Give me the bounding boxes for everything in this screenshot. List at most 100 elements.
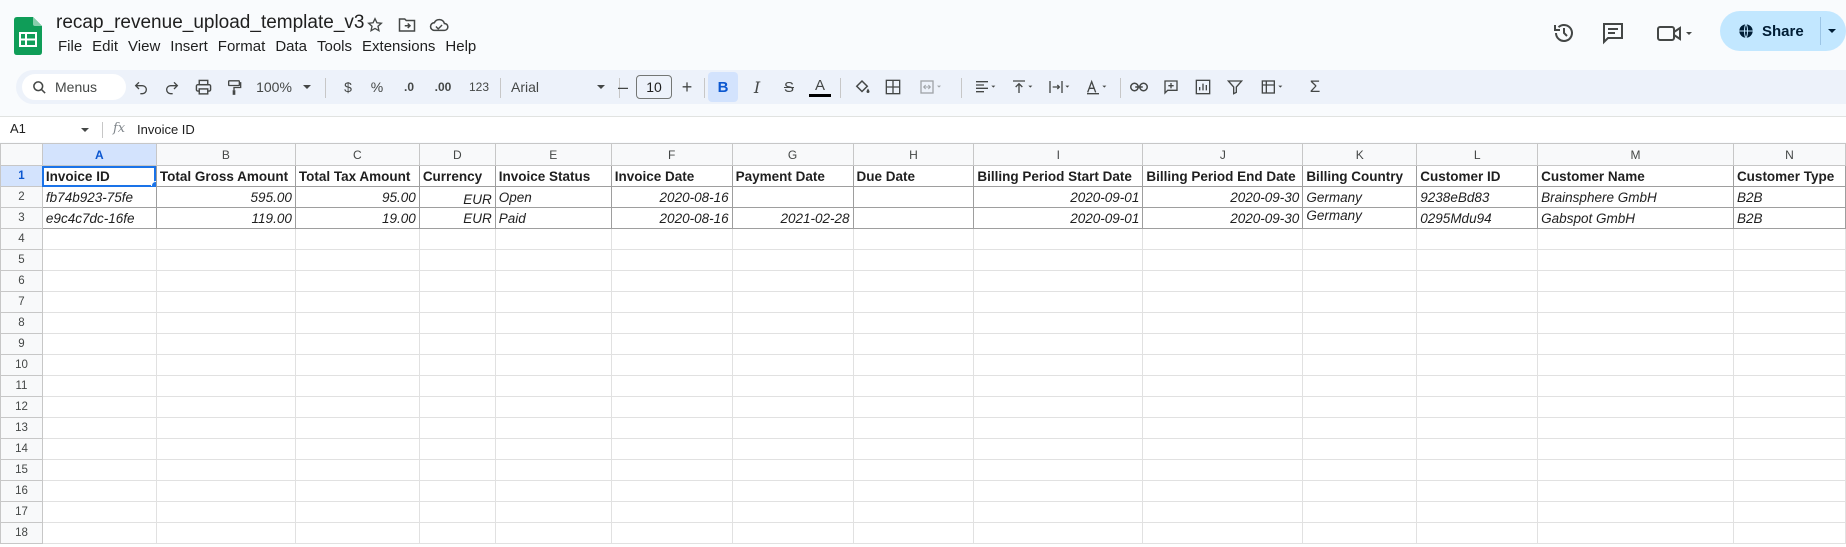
cell[interactable] (1302, 438, 1418, 460)
percent-format-button[interactable]: % (367, 70, 387, 104)
cell[interactable] (155, 312, 296, 334)
row-header[interactable]: 11 (0, 375, 43, 397)
cell[interactable]: Invoice Status (494, 165, 612, 187)
cell[interactable] (852, 438, 975, 460)
cell[interactable]: Paid (494, 207, 612, 229)
cell[interactable] (494, 270, 612, 292)
cell[interactable] (41, 501, 157, 523)
font-family-select[interactable]: Arial (511, 70, 611, 104)
cell[interactable] (294, 249, 420, 271)
menu-file[interactable]: File (58, 38, 90, 55)
strikethrough-button[interactable]: S (776, 70, 802, 104)
cell[interactable]: 95.00 (294, 186, 420, 208)
cell[interactable] (294, 291, 420, 313)
cell[interactable] (1537, 270, 1734, 292)
cell[interactable] (852, 270, 975, 292)
cell[interactable] (294, 375, 420, 397)
cell[interactable] (1302, 312, 1418, 334)
cell[interactable]: 595.00 (155, 186, 296, 208)
text-color-button[interactable]: A (807, 70, 833, 104)
select-all-corner[interactable] (0, 143, 43, 166)
print-icon[interactable] (190, 70, 216, 104)
cell[interactable] (852, 249, 975, 271)
cell[interactable] (1537, 333, 1734, 355)
borders-icon[interactable] (880, 70, 906, 104)
cell[interactable] (494, 333, 612, 355)
cell[interactable] (852, 228, 975, 250)
cell[interactable] (610, 270, 733, 292)
cell[interactable] (973, 522, 1144, 544)
cell[interactable] (294, 438, 420, 460)
cell[interactable]: e9c4c7dc-16fe (41, 207, 157, 229)
cell[interactable] (852, 186, 975, 208)
cell[interactable] (1537, 438, 1734, 460)
cell[interactable] (973, 438, 1144, 460)
currency-format-button[interactable]: $ (338, 70, 358, 104)
row-header[interactable]: 12 (0, 396, 43, 418)
cell[interactable] (1537, 228, 1734, 250)
cell[interactable] (1416, 459, 1539, 481)
cell[interactable] (1537, 417, 1734, 439)
cell[interactable] (1732, 417, 1846, 439)
row-header[interactable]: 8 (0, 312, 43, 334)
cell[interactable]: 2020-08-16 (610, 207, 733, 229)
cell[interactable] (294, 459, 420, 481)
cell[interactable]: Open (494, 186, 612, 208)
cell[interactable]: 0295Mdu94 (1416, 207, 1539, 229)
cell[interactable] (418, 417, 496, 439)
cell[interactable] (1732, 522, 1846, 544)
cell[interactable] (731, 501, 854, 523)
row-header[interactable]: 9 (0, 333, 43, 355)
share-button[interactable]: Share (1720, 11, 1846, 51)
cell[interactable]: Customer Name (1537, 165, 1734, 187)
cell[interactable] (41, 480, 157, 502)
cell[interactable] (418, 228, 496, 250)
cell[interactable] (1416, 333, 1539, 355)
cell[interactable] (494, 417, 612, 439)
column-header[interactable]: A (41, 143, 157, 166)
cell[interactable] (731, 291, 854, 313)
cell[interactable] (973, 459, 1144, 481)
cell[interactable]: B2B (1732, 186, 1846, 208)
cell[interactable] (1732, 228, 1846, 250)
cell[interactable] (1142, 228, 1304, 250)
menus-search[interactable]: Menus (22, 74, 126, 100)
cell[interactable] (494, 501, 612, 523)
cell[interactable] (1537, 459, 1734, 481)
cell[interactable] (418, 459, 496, 481)
cell[interactable] (294, 333, 420, 355)
cell[interactable]: 2020-09-01 (973, 207, 1144, 229)
column-header[interactable]: D (418, 143, 496, 166)
cell[interactable] (731, 249, 854, 271)
cell[interactable] (294, 480, 420, 502)
cell[interactable] (1302, 396, 1418, 418)
cell[interactable] (418, 438, 496, 460)
cell[interactable] (494, 354, 612, 376)
cell[interactable] (494, 291, 612, 313)
functions-button[interactable]: Σ (1302, 70, 1328, 104)
cell[interactable] (610, 375, 733, 397)
cell[interactable] (1302, 291, 1418, 313)
row-header[interactable]: 1 (0, 165, 43, 187)
cell[interactable] (418, 249, 496, 271)
cell[interactable] (1416, 522, 1539, 544)
cell[interactable] (494, 249, 612, 271)
row-header[interactable]: 13 (0, 417, 43, 439)
cell-a1[interactable]: Invoice ID (41, 165, 157, 187)
share-dropdown-icon[interactable] (1826, 25, 1838, 37)
cell[interactable] (1302, 333, 1418, 355)
cell[interactable] (418, 354, 496, 376)
cell[interactable] (852, 333, 975, 355)
cell[interactable] (41, 417, 157, 439)
cell[interactable]: Customer ID (1416, 165, 1539, 187)
zoom-select[interactable]: 100% (254, 70, 314, 104)
column-header[interactable]: G (731, 143, 854, 166)
cell[interactable] (494, 522, 612, 544)
cell[interactable] (1416, 480, 1539, 502)
column-header[interactable]: K (1302, 143, 1418, 166)
cell[interactable] (294, 501, 420, 523)
cell[interactable] (1732, 480, 1846, 502)
cell[interactable] (852, 207, 975, 229)
cell[interactable] (1732, 249, 1846, 271)
filter-icon[interactable] (1222, 70, 1248, 104)
